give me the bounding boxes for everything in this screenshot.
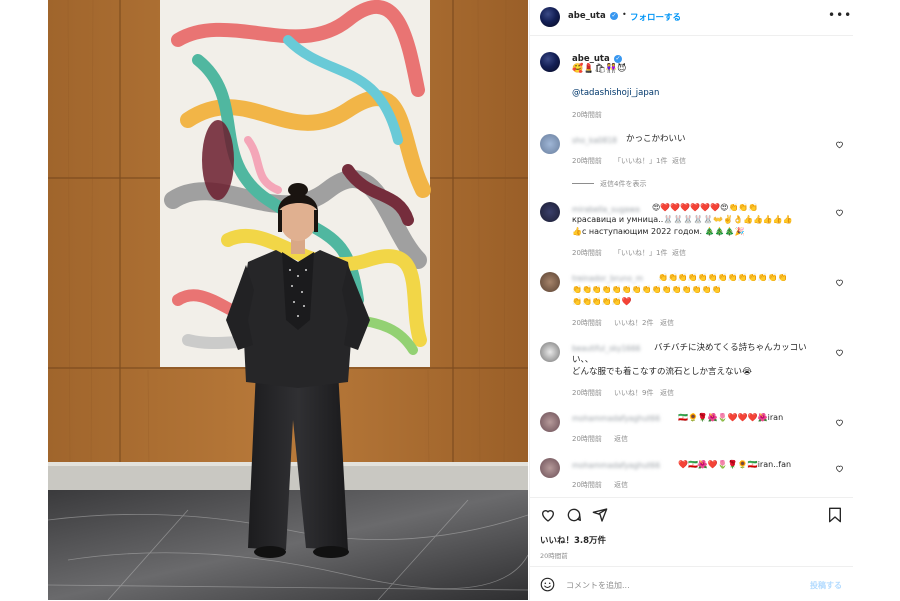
commenter-avatar[interactable] xyxy=(540,202,560,222)
separator-dot: • xyxy=(622,10,627,19)
caption-time: 20時間前 xyxy=(572,111,602,119)
more-options-icon[interactable]: ••• xyxy=(828,8,852,22)
comment-text: 👏👏👏👏👏❤️ xyxy=(572,297,632,306)
heart-icon[interactable] xyxy=(540,507,556,523)
reply-button[interactable]: 返信 xyxy=(672,156,686,166)
author-avatar[interactable] xyxy=(540,7,560,27)
reply-button[interactable]: 返信 xyxy=(614,434,628,444)
view-replies-button[interactable]: 返信4件を表示 xyxy=(600,179,646,189)
comment-time: 20時間前 xyxy=(572,319,602,327)
commenter-username[interactable]: treinador_bruno_m xyxy=(572,274,643,283)
comment-likes[interactable]: 「いいね！」1件 xyxy=(614,156,667,166)
reply-button[interactable]: 返信 xyxy=(614,480,628,490)
commenter-avatar[interactable] xyxy=(540,272,560,292)
commenter-username[interactable]: mohammadafyaghut66 xyxy=(572,414,660,423)
comment-likes[interactable]: いいね！2件 xyxy=(614,318,653,328)
heart-icon[interactable] xyxy=(835,464,844,473)
post-photo[interactable] xyxy=(48,0,528,600)
comment-icon[interactable] xyxy=(566,507,582,523)
post-time: 20時間前 xyxy=(540,552,568,560)
verified-icon: ✓ xyxy=(610,12,618,20)
comment-input[interactable]: コメントを追加... xyxy=(566,580,630,591)
share-icon[interactable] xyxy=(592,507,608,523)
heart-icon[interactable] xyxy=(835,208,844,217)
comment-time: 20時間前 xyxy=(572,249,602,257)
commenter-username[interactable]: mohammadafyaghut66 xyxy=(572,461,660,470)
heart-icon[interactable] xyxy=(835,348,844,357)
caption-emoji: 🥰💄🛍👭😈 xyxy=(572,64,627,74)
commenter-username[interactable]: beautiful_sky1666 xyxy=(572,344,641,353)
caption-avatar[interactable] xyxy=(540,52,560,72)
reply-button[interactable]: 返信 xyxy=(660,318,674,328)
comment-time: 20時間前 xyxy=(572,435,602,443)
heart-icon[interactable] xyxy=(835,140,844,149)
comments-panel: abe_uta ✓ • フォローする ••• abe_uta ✓ 🥰💄🛍👭😈 @… xyxy=(529,0,853,600)
comment-time: 20時間前 xyxy=(572,481,602,489)
caption-mention[interactable]: @tadashishoji_japan xyxy=(572,87,659,100)
comment-likes[interactable]: いいね！9件 xyxy=(614,388,653,398)
comment-time: 20時間前 xyxy=(572,157,602,165)
comment-composer: コメントを追加... 投稿する xyxy=(530,566,853,601)
author-username[interactable]: abe_uta xyxy=(568,11,606,21)
comment-likes[interactable]: 「いいね！」1件 xyxy=(614,248,667,258)
likes-count[interactable]: いいね！3.8万件 xyxy=(540,534,606,546)
comment-time: 20時間前 xyxy=(572,389,602,397)
heart-icon[interactable] xyxy=(835,278,844,287)
comment-text: バチバチに決めてくる詩ちゃんカッコい xyxy=(654,343,807,353)
emoji-icon[interactable] xyxy=(540,577,555,592)
follow-button[interactable]: フォローする xyxy=(630,11,681,23)
heart-icon[interactable] xyxy=(835,418,844,427)
commenter-username[interactable]: sho_ka0818 xyxy=(572,136,617,145)
commenter-avatar[interactable] xyxy=(540,412,560,432)
comment-text: 👍с наступающим 2022 годом. 🎄🎄🎄🎉 xyxy=(572,227,745,236)
comment-text: 🇮🇷🌻🌹🌺🌷❤️❤️❤️🌺iran xyxy=(678,413,784,422)
replies-line xyxy=(572,183,594,184)
comment-text: かっこかわいい xyxy=(626,134,686,144)
commenter-avatar[interactable] xyxy=(540,458,560,478)
bookmark-icon[interactable] xyxy=(828,507,842,523)
verified-icon: ✓ xyxy=(614,55,622,63)
post-comment-button[interactable]: 投稿する xyxy=(810,580,842,591)
reply-button[interactable]: 返信 xyxy=(672,248,686,258)
commenter-avatar[interactable] xyxy=(540,342,560,362)
action-bar: いいね！3.8万件 20時間前 xyxy=(530,497,853,567)
post-header: abe_uta ✓ • フォローする ••• xyxy=(530,0,853,36)
commenter-avatar[interactable] xyxy=(540,134,560,154)
comment-text: どんな服でも着こなすの流石としか言えない😭 xyxy=(572,367,752,377)
photo-image xyxy=(48,0,528,600)
reply-button[interactable]: 返信 xyxy=(660,388,674,398)
comment-text: ❤️🇮🇷🌺❤️🌷🌹🌻🇮🇷iran..fan xyxy=(678,460,792,469)
